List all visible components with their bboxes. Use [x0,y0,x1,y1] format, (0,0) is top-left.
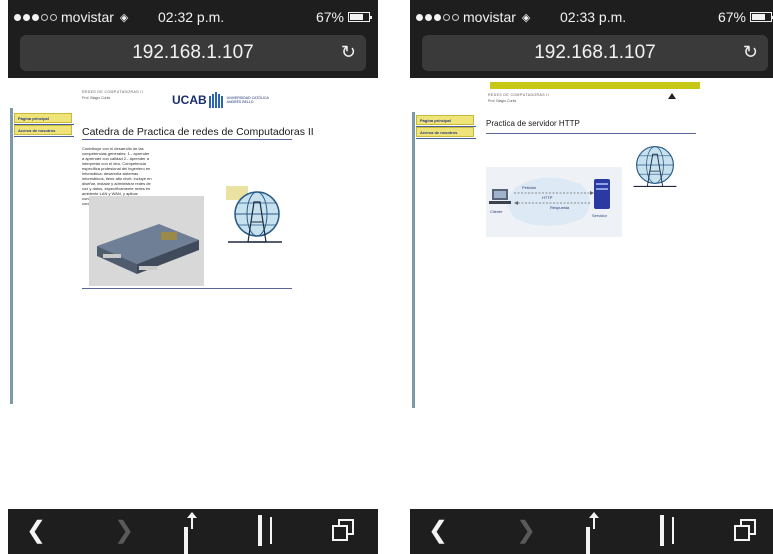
title-underline [486,133,696,134]
address-bar[interactable]: 192.168.1.107 ↻ [422,35,768,71]
course-name: REDES DE COMPUTADORAS II [82,90,144,94]
diagram-protocol-label: HTTP [542,195,553,200]
battery-icon [348,12,372,22]
browser-top-bar: movistar ◈ 02:32 p.m. 67% 192.168.1.107 … [8,0,378,78]
status-time: 02:32 p.m. [158,9,225,25]
triangle-icon [668,93,676,99]
battery-percent: 67% [717,9,746,25]
nav-divider [14,136,74,137]
signal-strength-icon [14,13,57,21]
nav-divider [416,138,476,139]
router-photo [89,196,204,286]
left-border-rule [412,112,415,408]
battery-icon [750,12,773,22]
ucab-logo-bars [208,92,223,108]
nav-item-about[interactable]: Acerca de nosotros [14,125,72,135]
bookmarks-icon[interactable] [258,515,262,546]
phone-screen-left: movistar ◈ 02:32 p.m. 67% 192.168.1.107 … [8,0,378,554]
share-icon[interactable] [586,512,599,554]
reload-icon[interactable]: ↻ [341,42,356,63]
page-title: Catedra de Practica de redes de Computad… [82,126,314,138]
signal-strength-icon [416,13,459,21]
professor-name: Prof. Biagio Curtis [82,96,111,100]
ucab-logo-sub2: ANDRÉS BELLO [226,100,254,104]
left-border-rule [10,108,13,404]
diagram-server-label: Servidor [592,213,607,218]
course-name: REDES DE COMPUTADORAS II [488,93,550,97]
chevron-left-icon[interactable]: ❮ [26,517,46,545]
url-text[interactable]: 192.168.1.107 [422,42,768,64]
title-underline [82,139,292,140]
battery-indicator: 67% [315,9,372,25]
carrier-name: movistar [61,9,114,25]
network-globe-icon [633,146,677,188]
http-diagram-graphic [486,167,622,237]
status-bar: movistar ◈ 02:33 p.m. 67% [410,0,773,30]
status-time: 02:33 p.m. [560,9,627,25]
address-bar[interactable]: 192.168.1.107 ↻ [20,35,366,71]
status-bar: movistar ◈ 02:32 p.m. 67% [8,0,378,30]
chevron-left-icon[interactable]: ❮ [428,517,448,545]
diagram-request-label: Petición [522,185,537,190]
ucab-logo-text: UCAB [172,93,207,107]
diagram-client-label: Cliente [490,209,503,214]
content-bottom-rule [82,288,292,289]
browser-toolbar: ❮ ❯ [8,509,378,554]
nav-item-home[interactable]: Página principal [14,113,72,123]
wifi-icon: ◈ [119,11,129,24]
page-title: Practica de servidor HTTP [486,119,580,128]
chevron-right-icon[interactable]: ❯ [114,517,134,545]
web-page: REDES DE COMPUTADORAS II Prof. Biagio Cu… [410,78,773,509]
browser-top-bar: movistar ◈ 02:33 p.m. 67% 192.168.1.107 … [410,0,773,78]
carrier-indicator: movistar ◈ [416,9,530,25]
professor-name: Prof. Biagio Curtis [488,99,517,103]
battery-percent: 67% [315,9,344,25]
share-icon[interactable] [184,512,197,554]
diagram-response-label: Respuesta [550,205,570,210]
reload-icon[interactable]: ↻ [743,42,758,63]
web-page: REDES DE COMPUTADORAS II Prof. Biagio Cu… [8,78,378,509]
network-globe-icon [226,186,282,243]
bookmarks-icon[interactable] [660,515,664,546]
nav-item-about[interactable]: Acerca de nosotros [416,127,474,137]
battery-indicator: 67% [717,9,773,25]
url-text[interactable]: 192.168.1.107 [20,42,366,64]
wifi-icon: ◈ [521,11,531,24]
tabs-icon[interactable] [332,517,356,543]
tabs-icon[interactable] [734,517,758,543]
browser-toolbar: ❮ ❯ [410,509,773,554]
header-band [490,82,700,89]
nav-item-home[interactable]: Página principal [416,115,474,125]
phone-screen-right: movistar ◈ 02:33 p.m. 67% 192.168.1.107 … [410,0,773,554]
carrier-name: movistar [463,9,516,25]
chevron-right-icon[interactable]: ❯ [516,517,536,545]
http-diagram: Petición HTTP Respuesta Cliente Servidor [486,167,622,237]
carrier-indicator: movistar ◈ [14,9,128,25]
ucab-logo: UCAB UNIVERSIDAD CATÓLICA ANDRÉS BELLO [172,92,269,108]
